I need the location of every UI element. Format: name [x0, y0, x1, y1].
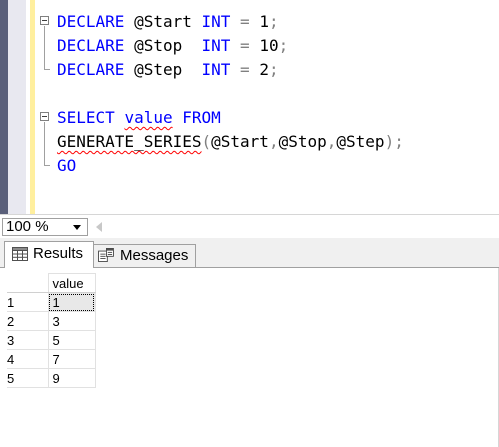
collapse-icon[interactable] — [40, 16, 49, 25]
code-line[interactable] — [36, 82, 499, 106]
code-line[interactable]: GO — [36, 154, 499, 178]
code-token: , — [268, 132, 279, 151]
scroll-left-icon[interactable] — [96, 222, 102, 232]
code-token: @Start — [124, 12, 202, 31]
grid-header-row: value — [7, 273, 96, 293]
ssms-query-window: DECLARE @Start INT = 1; DECLARE @Stop INT… — [0, 0, 499, 447]
tab-results-label: Results — [33, 245, 84, 262]
code-token: = — [240, 12, 250, 31]
results-tab-strip: Results Messages — [0, 238, 499, 268]
code-token: ; — [278, 36, 289, 55]
grid-icon — [12, 247, 28, 261]
fold-guide — [44, 58, 50, 70]
zoom-value: 100 % — [6, 218, 49, 235]
table-row[interactable]: 23 — [7, 311, 96, 331]
code-area[interactable]: DECLARE @Start INT = 1; DECLARE @Stop INT… — [36, 10, 499, 178]
code-line[interactable]: DECLARE @Step INT = 2; — [36, 58, 499, 82]
table-row[interactable]: 59 — [7, 368, 96, 388]
code-line[interactable]: SELECT value FROM — [36, 106, 499, 130]
table-row[interactable]: 11 — [7, 292, 96, 312]
code-token: = — [240, 36, 250, 55]
query-editor[interactable]: DECLARE @Start INT = 1; DECLARE @Stop INT… — [0, 0, 499, 214]
editor-left-margin — [0, 0, 8, 214]
code-token: 1 — [249, 12, 269, 31]
row-number[interactable]: 4 — [7, 349, 49, 369]
row-number[interactable]: 5 — [7, 368, 49, 388]
chevron-down-icon[interactable] — [73, 225, 81, 230]
code-token: @Stop — [124, 36, 202, 55]
code-token: INT — [201, 36, 231, 55]
row-number[interactable]: 2 — [7, 311, 49, 331]
code-line[interactable]: DECLARE @Stop INT = 10; — [36, 34, 499, 58]
code-token: @Start — [211, 132, 269, 151]
fold-guide — [44, 130, 45, 154]
tab-results[interactable]: Results — [4, 241, 94, 268]
table-row[interactable]: 35 — [7, 330, 96, 350]
code-token: @Step — [124, 60, 202, 79]
collapse-icon[interactable] — [40, 112, 49, 121]
code-token: DECLARE — [57, 36, 125, 55]
value-cell[interactable]: 7 — [47, 349, 96, 369]
code-token: @Stop — [278, 132, 327, 151]
code-token: DECLARE — [57, 60, 125, 79]
value-cell[interactable]: 5 — [47, 330, 96, 350]
code-token: SELECT — [57, 108, 115, 127]
editor-gutter — [8, 0, 26, 214]
results-pane: Results Messages value 1 1 2 3 3 5 4 7 5… — [0, 238, 499, 447]
code-token: INT — [201, 60, 231, 79]
code-token: ; — [268, 12, 279, 31]
messages-icon — [98, 248, 114, 262]
code-line[interactable]: GENERATE_SERIES(@Start,@Stop,@Step); — [36, 130, 499, 154]
fold-guide — [44, 122, 45, 130]
zoom-dropdown[interactable]: 100 % — [2, 218, 88, 236]
fold-guide — [44, 34, 45, 58]
code-token: ); — [384, 132, 404, 151]
row-number[interactable]: 3 — [7, 330, 49, 350]
code-token: ; — [268, 60, 279, 79]
fold-guide — [44, 26, 45, 34]
code-token: 2 — [249, 60, 269, 79]
fold-guide — [44, 154, 50, 166]
code-token: , — [326, 132, 337, 151]
value-cell[interactable]: 9 — [47, 368, 96, 388]
code-token: DECLARE — [57, 12, 125, 31]
code-line[interactable]: DECLARE @Start INT = 1; — [36, 10, 499, 34]
results-grid-area: value 1123354759 — [0, 268, 499, 447]
tab-messages[interactable]: Messages — [94, 244, 196, 268]
code-token: GENERATE_SERIES — [57, 132, 202, 151]
value-cell[interactable]: 3 — [47, 311, 96, 331]
code-token: FROM — [182, 108, 221, 127]
column-header-value[interactable]: value — [47, 273, 96, 293]
code-token: 10 — [249, 36, 279, 55]
code-token: INT — [201, 12, 231, 31]
results-grid: value 1123354759 — [7, 273, 96, 388]
code-token: GO — [57, 156, 77, 175]
code-token: = — [240, 60, 250, 79]
code-token: value — [124, 108, 173, 127]
value-cell[interactable]: 1 — [47, 292, 96, 312]
code-token: ( — [201, 132, 212, 151]
tab-messages-label: Messages — [120, 247, 189, 264]
change-tracking-bar — [30, 0, 35, 214]
table-row[interactable]: 47 — [7, 349, 96, 369]
row-number[interactable]: 1 — [7, 292, 49, 312]
row-header-corner[interactable] — [7, 273, 49, 293]
horizontal-scrollbar[interactable] — [106, 220, 499, 234]
zoom-bar: 100 % — [0, 214, 499, 238]
code-token: @Step — [336, 132, 385, 151]
